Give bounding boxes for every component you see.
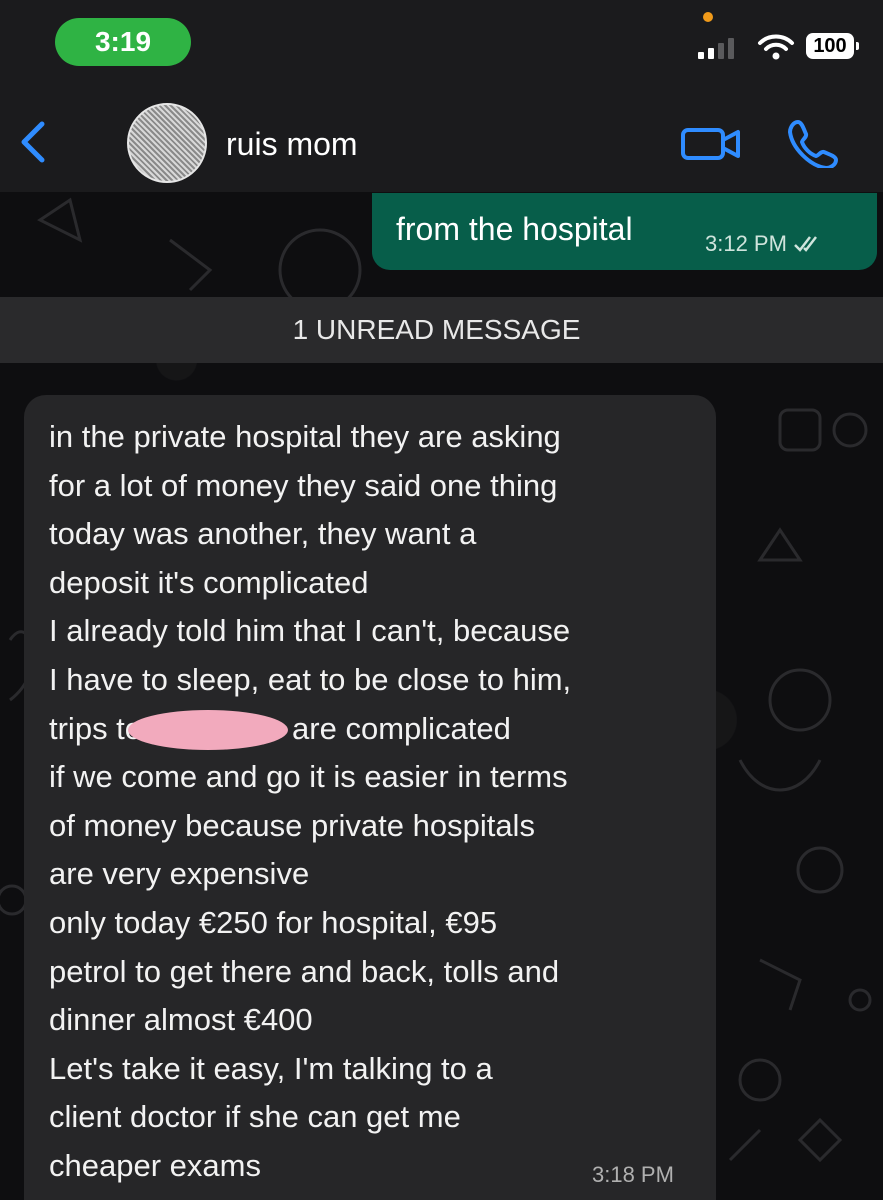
message-line: I have to sleep, eat to be close to him, xyxy=(49,661,572,697)
message-line: only today €250 for hospital, €95 xyxy=(49,904,498,940)
message-line: if we come and go it is easier in terms xyxy=(49,759,568,795)
status-bar: 3:19 100 xyxy=(0,0,883,90)
message-line: today was another, they want a xyxy=(49,516,477,552)
message-line: Let's take it easy, I'm talking to a xyxy=(49,1050,493,1086)
chat-header: ruis mom xyxy=(0,90,883,192)
privacy-indicator-dot xyxy=(703,12,713,22)
message-time: 3:18 PM xyxy=(592,1162,674,1187)
unread-messages-divider: 1 UNREAD MESSAGE xyxy=(0,297,883,363)
wifi-icon xyxy=(758,34,794,60)
battery-indicator: 100 xyxy=(806,33,859,59)
contact-name[interactable]: ruis mom xyxy=(226,126,358,163)
contact-avatar[interactable] xyxy=(127,103,207,183)
unread-divider-label: 1 UNREAD MESSAGE xyxy=(292,314,581,345)
video-camera-icon[interactable] xyxy=(680,124,742,164)
message-line: are very expensive xyxy=(49,856,310,892)
message-line: deposit it's complicated xyxy=(49,564,369,600)
message-line: cheaper exams xyxy=(49,1147,261,1183)
message-line: in the private hospital they are asking xyxy=(49,419,561,454)
message-line: client doctor if she can get me xyxy=(49,1099,461,1135)
phone-icon[interactable] xyxy=(786,118,840,168)
message-line-redacted: trips to are complicated xyxy=(49,705,571,754)
message-line: petrol to get there and back, tolls and xyxy=(49,953,560,989)
cellular-signal-icon xyxy=(698,38,734,59)
incoming-message-bubble[interactable]: in the private hospital they are asking … xyxy=(24,395,716,1200)
message-line: of money because private hospitals xyxy=(49,807,535,843)
double-check-icon xyxy=(794,236,817,252)
message-time: 3:12 PM xyxy=(705,231,787,256)
message-line: for a lot of money they said one thing xyxy=(49,467,558,503)
redaction-mark xyxy=(128,710,289,751)
message-line: dinner almost €400 xyxy=(49,1002,313,1038)
message-meta: 3:12 PM xyxy=(705,231,823,257)
message-fragment: are complicated xyxy=(292,710,511,746)
status-time: 3:19 xyxy=(55,18,191,66)
chevron-left-icon[interactable] xyxy=(14,120,54,164)
message-line: I already told him that I can't, because xyxy=(49,613,571,649)
message-text: from the hospital xyxy=(396,211,633,247)
outgoing-message-bubble[interactable]: from the hospital 3:12 PM xyxy=(372,193,877,270)
message-text: in the private hospital they are asking … xyxy=(49,413,571,1191)
